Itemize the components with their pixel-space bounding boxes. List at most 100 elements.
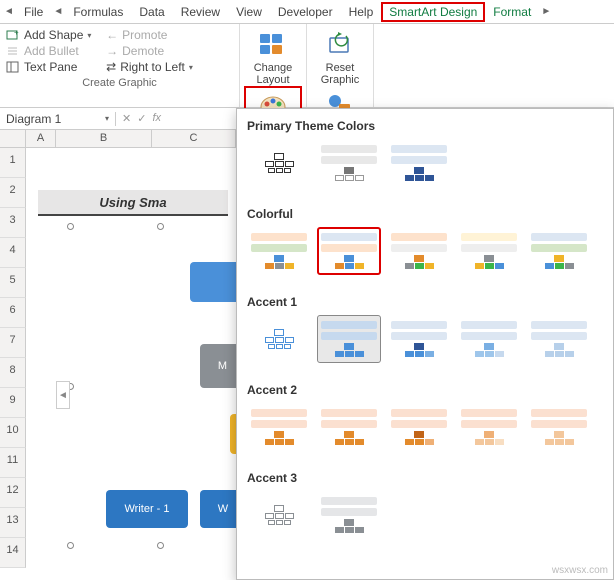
ribbon-body: + Add Shape ▾ Add Bullet Text Pane ← Pro… [0,24,614,108]
text-pane-button[interactable]: Text Pane [6,59,102,75]
sheet-title-cell: Using Sma [38,190,228,216]
tabs-scroll-left[interactable]: ◄ [2,6,16,17]
group-label-create-graphic: Create Graphic [6,77,233,89]
color-swatch[interactable] [317,139,381,187]
promote-button: ← Promote [106,27,233,43]
promote-label: Promote [122,28,167,42]
rtl-label: Right to Left [120,60,185,74]
tab-data[interactable]: Data [131,2,172,22]
color-swatch[interactable] [387,315,451,363]
enter-icon[interactable]: ✓ [137,112,146,125]
row-header[interactable]: 8 [0,358,26,388]
color-swatch[interactable] [387,227,451,275]
color-swatch[interactable] [247,227,311,275]
tab-developer[interactable]: Developer [270,2,341,22]
add-bullet-label: Add Bullet [24,44,79,58]
demote-button: → Demote [106,43,233,59]
dd-section-title: Accent 1 [247,295,603,309]
color-swatch[interactable] [387,403,451,451]
color-swatch[interactable] [527,227,591,275]
change-layout-button[interactable]: Change Layout [244,26,302,86]
row-header[interactable]: 14 [0,538,26,568]
arrow-left-icon: ← [106,28,118,42]
change-colors-dropdown: Primary Theme Colors Colorful Accent 1 A… [236,108,614,580]
add-shape-button[interactable]: + Add Shape ▾ [6,27,102,43]
row-header[interactable]: 10 [0,418,26,448]
tab-smartart-design[interactable]: SmartArt Design [381,2,485,22]
color-swatch[interactable] [247,403,311,451]
chevron-down-icon: ▾ [189,63,193,72]
arrow-right-icon: → [106,44,118,58]
tabs-scroll-1[interactable]: ◄ [51,6,65,17]
color-swatch[interactable] [387,139,451,187]
row-header[interactable]: 3 [0,208,26,238]
row-header[interactable]: 13 [0,508,26,538]
name-box[interactable]: Diagram 1 ▾ [0,112,116,126]
row-header[interactable]: 2 [0,178,26,208]
smartart-node[interactable]: Writer - 1 [106,490,188,528]
watermark: wsxwsx.com [552,565,608,576]
color-swatch[interactable] [317,491,381,539]
add-bullet-button: Add Bullet [6,43,102,59]
row-header[interactable]: 7 [0,328,26,358]
color-swatch[interactable] [247,315,311,363]
text-pane-icon [6,60,20,74]
reset-graphic-label: Reset Graphic [321,62,360,86]
reset-graphic-button[interactable]: Reset Graphic [311,26,369,86]
rtl-button[interactable]: ⇄ Right to Left ▾ [106,59,233,75]
fx-icon[interactable]: fx [152,112,161,125]
resize-handle[interactable] [67,223,74,230]
resize-handle[interactable] [157,223,164,230]
color-swatch-highlighted[interactable] [317,227,381,275]
tabs-scroll-right[interactable]: ► [539,6,553,17]
col-header[interactable]: C [152,130,236,147]
text-pane-label: Text Pane [24,60,77,74]
change-layout-icon [257,30,289,60]
tab-review[interactable]: Review [173,2,228,22]
col-header[interactable]: B [56,130,152,147]
row-headers: 1 2 3 4 5 6 7 8 9 10 11 12 13 14 [0,148,26,578]
tab-help[interactable]: Help [341,2,382,22]
color-swatch[interactable] [457,403,521,451]
chevron-down-icon: ▾ [105,114,109,123]
add-bullet-icon [6,44,20,58]
resize-handle[interactable] [67,542,74,549]
row-header[interactable]: 1 [0,148,26,178]
svg-text:+: + [14,28,19,37]
tab-file[interactable]: File [16,2,51,22]
row-header[interactable]: 12 [0,478,26,508]
cancel-icon[interactable]: ✕ [122,112,131,125]
dd-section-title: Accent 3 [247,471,603,485]
name-box-value: Diagram 1 [6,112,61,126]
color-swatch[interactable] [247,491,311,539]
demote-label: Demote [122,44,164,58]
rtl-icon: ⇄ [106,60,116,74]
add-shape-icon: + [6,28,20,42]
chevron-down-icon: ▾ [87,31,91,40]
formula-bar-tools: ✕ ✓ fx [116,112,167,125]
add-shape-label: Add Shape [24,28,83,42]
dd-section-title: Accent 2 [247,383,603,397]
color-swatch[interactable] [247,139,311,187]
color-swatch[interactable] [317,403,381,451]
row-header[interactable]: 11 [0,448,26,478]
tab-formulas[interactable]: Formulas [65,2,131,22]
smartart-selection-box[interactable]: ◄ M Writer - 1 W [70,226,250,546]
row-header[interactable]: 5 [0,268,26,298]
color-swatch-selected[interactable] [317,315,381,363]
select-all-triangle[interactable] [0,130,26,147]
row-header[interactable]: 4 [0,238,26,268]
reset-icon [324,30,356,60]
dd-section-title: Primary Theme Colors [247,119,603,133]
tab-view[interactable]: View [228,2,270,22]
color-swatch[interactable] [457,227,521,275]
color-swatch[interactable] [527,315,591,363]
row-header[interactable]: 6 [0,298,26,328]
col-header[interactable]: A [26,130,56,147]
text-pane-toggle[interactable]: ◄ [56,381,70,409]
row-header[interactable]: 9 [0,388,26,418]
color-swatch[interactable] [457,315,521,363]
color-swatch[interactable] [527,403,591,451]
tab-format[interactable]: Format [485,2,539,22]
resize-handle[interactable] [157,542,164,549]
